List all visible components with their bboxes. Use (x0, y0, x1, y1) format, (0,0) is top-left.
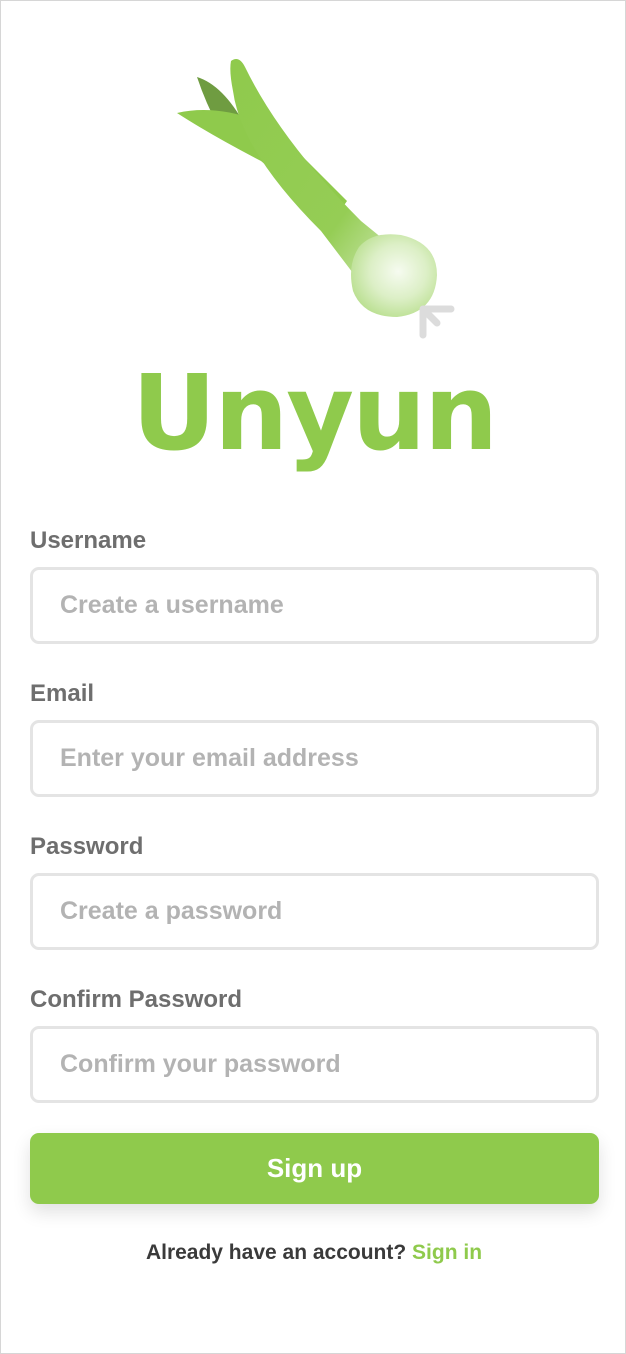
signup-form: Username Email Password Confirm Password… (30, 521, 599, 1204)
brand-wordmark: Unyun (131, 352, 498, 474)
username-input[interactable] (30, 567, 599, 644)
signin-prompt-text: Already have an account? (145, 1241, 407, 1264)
confirm-password-input[interactable] (30, 1026, 599, 1103)
email-label: Email (30, 680, 95, 707)
confirm-password-label: Confirm Password (30, 986, 243, 1013)
signup-button[interactable]: Sign up (30, 1133, 599, 1204)
green-onion-icon (177, 59, 455, 339)
username-label: Username (30, 527, 147, 554)
signin-prompt: Already have an account? Sign in (1, 1241, 626, 1265)
password-input[interactable] (30, 873, 599, 950)
password-label: Password (30, 833, 144, 860)
email-input[interactable] (30, 720, 599, 797)
signin-link[interactable]: Sign in (412, 1241, 482, 1264)
signup-screen: Unyun Username Email Password Confirm Pa… (0, 0, 626, 1354)
